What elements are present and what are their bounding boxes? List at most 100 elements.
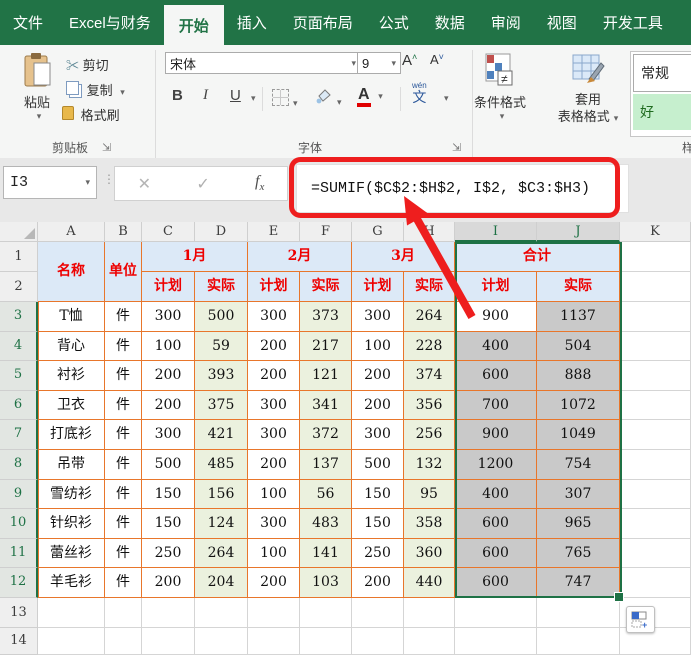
cell-E14[interactable] (248, 628, 300, 655)
cell-F2[interactable]: 实际 (300, 272, 352, 302)
cell-D3[interactable]: 500 (195, 302, 248, 332)
cell-I11[interactable]: 600 (455, 539, 537, 569)
cell-I5[interactable]: 600 (455, 361, 537, 391)
cell-I13[interactable] (455, 598, 537, 628)
row-header-9[interactable]: 9 (0, 480, 38, 510)
cell-F13[interactable] (300, 598, 352, 628)
cell-E10[interactable]: 300 (248, 509, 300, 539)
column-header-D[interactable]: D (195, 222, 248, 242)
cell-G4[interactable]: 100 (352, 332, 404, 362)
row-header-3[interactable]: 3 (0, 302, 38, 332)
cell-I2[interactable]: 计划 (455, 272, 537, 302)
cell-G13[interactable] (352, 598, 404, 628)
cell-B9[interactable]: 件 (105, 480, 142, 510)
cell-I3[interactable]: 900 (455, 302, 537, 332)
cell-C13[interactable] (142, 598, 195, 628)
cell-C12[interactable]: 200 (142, 568, 195, 598)
cell-E2[interactable]: 计划 (248, 272, 300, 302)
cell-H9[interactable]: 95 (404, 480, 455, 510)
cell-G5[interactable]: 200 (352, 361, 404, 391)
cell-F12[interactable]: 103 (300, 568, 352, 598)
column-header-G[interactable]: G (352, 222, 404, 242)
cell-F3[interactable]: 373 (300, 302, 352, 332)
cell-C3[interactable]: 300 (142, 302, 195, 332)
cell-J3[interactable]: 1137 (537, 302, 620, 332)
column-header-K[interactable]: K (620, 222, 691, 242)
cell-C11[interactable]: 250 (142, 539, 195, 569)
cell-C2[interactable]: 计划 (142, 272, 195, 302)
row-header-8[interactable]: 8 (0, 450, 38, 480)
cell-J12[interactable]: 747 (537, 568, 620, 598)
cell-D13[interactable] (195, 598, 248, 628)
cell-H7[interactable]: 256 (404, 420, 455, 450)
cell-C10[interactable]: 150 (142, 509, 195, 539)
cell-H11[interactable]: 360 (404, 539, 455, 569)
cell-I4[interactable]: 400 (455, 332, 537, 362)
cell-E3[interactable]: 300 (248, 302, 300, 332)
cell-G10[interactable]: 150 (352, 509, 404, 539)
cell-J2[interactable]: 实际 (537, 272, 620, 302)
cell-I9[interactable]: 400 (455, 480, 537, 510)
cell-B6[interactable]: 件 (105, 391, 142, 421)
cell-E8[interactable]: 200 (248, 450, 300, 480)
cell-K11[interactable] (620, 539, 691, 569)
cell-F7[interactable]: 372 (300, 420, 352, 450)
row-header-7[interactable]: 7 (0, 420, 38, 450)
cell-D6[interactable]: 375 (195, 391, 248, 421)
cell-H6[interactable]: 356 (404, 391, 455, 421)
select-all-corner[interactable] (0, 222, 38, 242)
cell-A11[interactable]: 蕾丝衫 (38, 539, 105, 569)
cell-J8[interactable]: 754 (537, 450, 620, 480)
cell-E4[interactable]: 200 (248, 332, 300, 362)
cell-D12[interactable]: 204 (195, 568, 248, 598)
cell-J11[interactable]: 765 (537, 539, 620, 569)
cell-K3[interactable] (620, 302, 691, 332)
cell-A7[interactable]: 打底衫 (38, 420, 105, 450)
row-header-6[interactable]: 6 (0, 391, 38, 421)
cell-F6[interactable]: 341 (300, 391, 352, 421)
cell-H12[interactable]: 440 (404, 568, 455, 598)
cell-B1[interactable]: 单位 (105, 242, 142, 302)
cell-J13[interactable] (537, 598, 620, 628)
cell-C14[interactable] (142, 628, 195, 655)
row-header-4[interactable]: 4 (0, 332, 38, 362)
row-header-12[interactable]: 12 (0, 568, 38, 598)
cell-H8[interactable]: 132 (404, 450, 455, 480)
column-header-I[interactable]: I (455, 222, 537, 242)
cell-C9[interactable]: 150 (142, 480, 195, 510)
cell-G11[interactable]: 250 (352, 539, 404, 569)
cell-D4[interactable]: 59 (195, 332, 248, 362)
cell-A10[interactable]: 针织衫 (38, 509, 105, 539)
cell-D2[interactable]: 实际 (195, 272, 248, 302)
cell-F5[interactable]: 121 (300, 361, 352, 391)
cell-B11[interactable]: 件 (105, 539, 142, 569)
cell-A9[interactable]: 雪纺衫 (38, 480, 105, 510)
cell-K5[interactable] (620, 361, 691, 391)
cell-K6[interactable] (620, 391, 691, 421)
cell-I10[interactable]: 600 (455, 509, 537, 539)
cell-K4[interactable] (620, 332, 691, 362)
cell-C1[interactable]: 1月 (142, 242, 248, 272)
cell-A1[interactable]: 名称 (38, 242, 105, 302)
column-header-C[interactable]: C (142, 222, 195, 242)
cell-K10[interactable] (620, 509, 691, 539)
cell-G1[interactable]: 3月 (352, 242, 455, 272)
cell-E9[interactable]: 100 (248, 480, 300, 510)
cell-E5[interactable]: 200 (248, 361, 300, 391)
column-header-J[interactable]: J (537, 222, 620, 242)
cell-D11[interactable]: 264 (195, 539, 248, 569)
cell-B5[interactable]: 件 (105, 361, 142, 391)
cell-A6[interactable]: 卫衣 (38, 391, 105, 421)
cell-A13[interactable] (38, 598, 105, 628)
cell-I7[interactable]: 900 (455, 420, 537, 450)
cell-C4[interactable]: 100 (142, 332, 195, 362)
cell-H13[interactable] (404, 598, 455, 628)
cell-B12[interactable]: 件 (105, 568, 142, 598)
cell-B8[interactable]: 件 (105, 450, 142, 480)
cell-G2[interactable]: 计划 (352, 272, 404, 302)
cell-K8[interactable] (620, 450, 691, 480)
cell-C5[interactable]: 200 (142, 361, 195, 391)
column-header-F[interactable]: F (300, 222, 352, 242)
cell-G7[interactable]: 300 (352, 420, 404, 450)
cell-K2[interactable] (620, 272, 691, 302)
